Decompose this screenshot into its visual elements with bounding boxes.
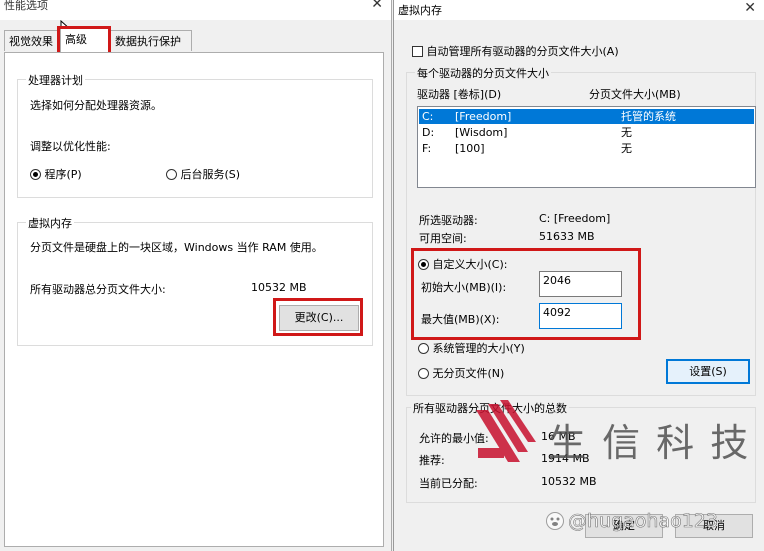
drive-row[interactable]: D: [Wisdom] 无 <box>419 125 754 140</box>
window-title: 性能选项 <box>4 0 48 12</box>
processor-scheduling-label: 处理器计划 <box>26 72 85 88</box>
initial-size-label: 初始大小(MB)(I): <box>421 281 507 294</box>
min-allowed-value: 16 MB <box>541 430 576 443</box>
close-icon[interactable]: ✕ <box>744 0 756 16</box>
total-paging-size-value: 10532 MB <box>251 281 307 294</box>
selected-drive-value: C: [Freedom] <box>539 212 611 225</box>
radio-background-services[interactable]: 后台服务(S) <box>166 166 240 182</box>
per-drive-group-label: 每个驱动器的分页文件大小 <box>415 65 551 81</box>
ok-button[interactable]: 确定 <box>585 514 663 538</box>
current-allocated-label: 当前已分配: <box>419 477 478 490</box>
initial-size-input[interactable]: 2046 <box>539 271 622 297</box>
free-space-label: 可用空间: <box>419 232 467 245</box>
performance-options-window: 性能选项 ✕ 视觉效果 高级 数据执行保护 处理器计划 选择如何分配处理器资源。… <box>0 0 392 551</box>
selected-drive-label: 所选驱动器: <box>419 214 478 227</box>
close-icon[interactable]: ✕ <box>371 0 383 12</box>
free-space-value: 51633 MB <box>539 230 595 243</box>
tab-advanced[interactable]: 高级 <box>60 28 110 52</box>
cancel-button[interactable]: 取消 <box>675 514 753 538</box>
column-size-header: 分页文件大小(MB) <box>589 88 681 101</box>
radio-no-paging-file[interactable]: 无分页文件(N) <box>418 365 504 381</box>
auto-manage-checkbox[interactable]: 自动管理所有驱动器的分页文件大小(A) <box>412 43 619 59</box>
radio-circle-icon <box>418 343 429 354</box>
set-button[interactable]: 设置(S) <box>666 359 750 384</box>
totals-group-label: 所有驱动器分页文件大小的总数 <box>411 400 569 416</box>
radio-custom-size[interactable]: 自定义大小(C): <box>418 256 507 272</box>
optimize-label: 调整以优化性能: <box>30 140 111 153</box>
drive-row[interactable]: F: [100] 无 <box>419 141 754 156</box>
radio-dot-icon <box>30 169 41 180</box>
max-size-input[interactable]: 4092 <box>539 303 622 329</box>
radio-dot-icon <box>418 259 429 270</box>
radio-circle-icon <box>418 368 429 379</box>
total-paging-size-label: 所有驱动器总分页文件大小: <box>30 283 166 296</box>
virtual-memory-window: 虚拟内存 ✕ 自动管理所有驱动器的分页文件大小(A) 每个驱动器的分页文件大小 … <box>393 0 764 551</box>
min-allowed-label: 允许的最小值: <box>419 432 489 445</box>
virtual-memory-desc: 分页文件是硬盘上的一块区域，Windows 当作 RAM 使用。 <box>30 241 323 254</box>
processor-scheduling-group: 处理器计划 选择如何分配处理器资源。 调整以优化性能: 程序(P) 后台服务(S… <box>17 72 373 198</box>
advanced-tab-panel: 处理器计划 选择如何分配处理器资源。 调整以优化性能: 程序(P) 后台服务(S… <box>4 52 384 547</box>
current-allocated-value: 10532 MB <box>541 475 597 488</box>
tab-visual-effects[interactable]: 视觉效果 <box>4 30 60 51</box>
drive-row[interactable]: C: [Freedom] 托管的系统 <box>419 109 754 124</box>
column-drive-header: 驱动器 [卷标](D) <box>417 88 502 101</box>
totals-group: 所有驱动器分页文件大小的总数 允许的最小值: 16 MB 推荐: 1914 MB… <box>406 400 756 503</box>
virtual-memory-label: 虚拟内存 <box>26 215 74 231</box>
radio-system-managed[interactable]: 系统管理的大小(Y) <box>418 340 525 356</box>
per-drive-group: 每个驱动器的分页文件大小 驱动器 [卷标](D) 分页文件大小(MB) C: [… <box>406 65 756 396</box>
recommended-label: 推荐: <box>419 454 445 467</box>
title-bar: 虚拟内存 ✕ <box>394 0 764 20</box>
change-button[interactable]: 更改(C)... <box>279 305 359 331</box>
virtual-memory-group: 虚拟内存 分页文件是硬盘上的一块区域，Windows 当作 RAM 使用。 所有… <box>17 215 373 346</box>
title-bar: 性能选项 ✕ <box>0 0 391 20</box>
radio-programs[interactable]: 程序(P) <box>30 166 82 182</box>
processor-scheduling-desc: 选择如何分配处理器资源。 <box>30 99 162 112</box>
tab-data-execution-prevention[interactable]: 数据执行保护 <box>110 30 192 51</box>
drive-list[interactable]: C: [Freedom] 托管的系统 D: [Wisdom] 无 F: [100… <box>417 106 756 188</box>
recommended-value: 1914 MB <box>541 452 590 465</box>
window-title: 虚拟内存 <box>398 4 442 17</box>
radio-circle-icon <box>166 169 177 180</box>
max-size-label: 最大值(MB)(X): <box>421 313 500 326</box>
checkbox-icon <box>412 46 423 57</box>
